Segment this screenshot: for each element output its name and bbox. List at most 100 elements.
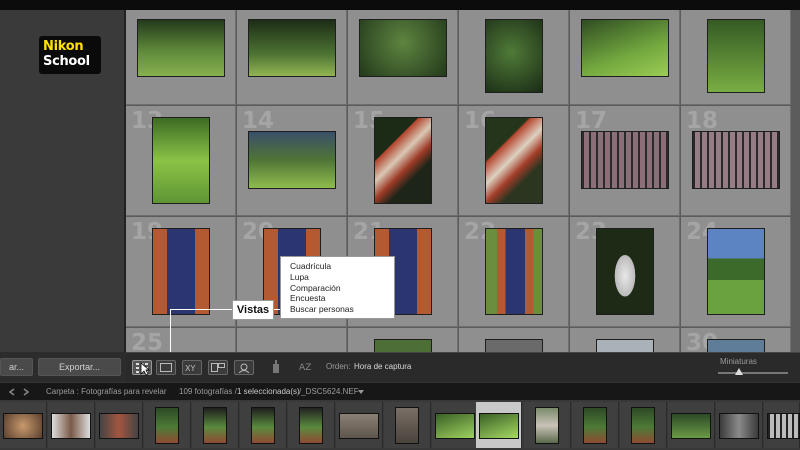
- photo-thumbnail[interactable]: [152, 117, 210, 204]
- people-view-icon[interactable]: [234, 360, 254, 375]
- filmstrip-cell[interactable]: [572, 402, 619, 448]
- filmstrip-thumbnail[interactable]: [51, 413, 91, 439]
- library-grid[interactable]: 13 14 15 16 17 18 19 20 21 22 23 24 25 3…: [126, 10, 800, 352]
- grid-cell[interactable]: [570, 10, 680, 105]
- menu-item-grid[interactable]: Cuadrícula: [290, 261, 394, 272]
- current-filename[interactable]: /_DSC5624.NEF: [299, 387, 359, 396]
- filmstrip-thumbnail[interactable]: [99, 413, 139, 439]
- loupe-view-icon[interactable]: [156, 360, 176, 375]
- photo-thumbnail[interactable]: [248, 131, 336, 189]
- filmstrip-thumbnail[interactable]: [631, 407, 655, 444]
- filmstrip-thumbnail[interactable]: [479, 413, 519, 439]
- photo-thumbnail[interactable]: [485, 19, 543, 93]
- filmstrip-thumbnail[interactable]: [395, 407, 419, 444]
- grid-cell[interactable]: 18: [681, 106, 791, 216]
- photo-thumbnail[interactable]: [248, 19, 336, 77]
- photo-thumbnail[interactable]: [152, 228, 210, 315]
- filmstrip-thumbnail[interactable]: [203, 407, 227, 444]
- photo-thumbnail[interactable]: [485, 339, 543, 352]
- menu-item-compare[interactable]: Comparación: [290, 283, 394, 294]
- compare-view-icon[interactable]: XY: [182, 360, 202, 375]
- filmstrip-thumbnail[interactable]: [251, 407, 275, 444]
- filmstrip-cell-selected[interactable]: [476, 402, 522, 448]
- menu-item-people[interactable]: Buscar personas: [290, 304, 394, 315]
- filmstrip-thumbnail[interactable]: [299, 407, 323, 444]
- filmstrip-thumbnail[interactable]: [719, 413, 759, 439]
- grid-cell[interactable]: 15: [348, 106, 458, 216]
- grid-cell[interactable]: [570, 328, 680, 352]
- filmstrip-cell[interactable]: [432, 402, 479, 448]
- grid-cell[interactable]: 14: [237, 106, 347, 216]
- slider-knob[interactable]: [735, 368, 743, 375]
- grid-cell[interactable]: 13: [126, 106, 236, 216]
- grid-cell[interactable]: [126, 10, 236, 105]
- grid-cell[interactable]: [348, 10, 458, 105]
- grid-cell[interactable]: 30: [681, 328, 791, 352]
- sort-direction-icon[interactable]: AZ: [298, 360, 318, 375]
- filmstrip-cell[interactable]: [0, 402, 47, 448]
- photo-thumbnail[interactable]: [596, 228, 654, 315]
- filmstrip[interactable]: [0, 400, 800, 450]
- filmstrip-thumbnail[interactable]: [671, 413, 711, 439]
- photo-thumbnail[interactable]: [707, 339, 765, 352]
- menu-item-loupe[interactable]: Lupa: [290, 272, 394, 283]
- filmstrip-thumbnail[interactable]: [583, 407, 607, 444]
- photo-thumbnail[interactable]: [485, 117, 543, 204]
- sort-select[interactable]: Hora de captura: [354, 362, 411, 371]
- photo-thumbnail[interactable]: [374, 339, 432, 352]
- photo-thumbnail[interactable]: [137, 19, 225, 77]
- spray-can-icon[interactable]: [270, 360, 282, 375]
- filmstrip-thumbnail[interactable]: [3, 413, 43, 439]
- menu-item-survey[interactable]: Encuesta: [290, 293, 394, 304]
- grid-cell[interactable]: [459, 328, 569, 352]
- filmstrip-cell[interactable]: [384, 402, 431, 448]
- filmstrip-cell[interactable]: [192, 402, 239, 448]
- grid-cell[interactable]: [348, 328, 458, 352]
- photo-thumbnail[interactable]: [596, 339, 654, 352]
- filmstrip-cell[interactable]: [668, 402, 715, 448]
- filmstrip-thumbnail[interactable]: [339, 413, 379, 439]
- filmstrip-thumbnail[interactable]: [435, 413, 475, 439]
- grid-cell[interactable]: 24: [681, 217, 791, 327]
- photo-thumbnail[interactable]: [359, 19, 447, 77]
- filmstrip-cell[interactable]: [524, 402, 571, 448]
- grid-cell[interactable]: 23: [570, 217, 680, 327]
- filmstrip-thumbnail[interactable]: [535, 407, 559, 444]
- photo-thumbnail[interactable]: [581, 19, 669, 77]
- photo-thumbnail[interactable]: [374, 117, 432, 204]
- grid-cell[interactable]: [681, 10, 791, 105]
- grid-cell[interactable]: 22: [459, 217, 569, 327]
- photo-thumbnail[interactable]: [581, 131, 669, 189]
- survey-view-icon[interactable]: [208, 360, 228, 375]
- filmstrip-thumbnail[interactable]: [155, 407, 179, 444]
- grid-cell[interactable]: 16: [459, 106, 569, 216]
- chevron-down-icon[interactable]: [358, 390, 364, 394]
- import-button[interactable]: ar...: [0, 358, 33, 376]
- filmstrip-cell[interactable]: [764, 402, 800, 448]
- folder-source[interactable]: Carpeta : Fotografías para revelar: [46, 387, 167, 396]
- back-arrow-icon[interactable]: [8, 388, 16, 396]
- filmstrip-cell[interactable]: [620, 402, 667, 448]
- filmstrip-cell[interactable]: [144, 402, 191, 448]
- grid-cell[interactable]: 19: [126, 217, 236, 327]
- grid-cell[interactable]: [459, 10, 569, 105]
- filmstrip-thumbnail[interactable]: [767, 413, 800, 439]
- filmstrip-cell[interactable]: [336, 402, 383, 448]
- filmstrip-cell[interactable]: [288, 402, 335, 448]
- filmstrip-cell[interactable]: [240, 402, 287, 448]
- export-button[interactable]: Exportar...: [38, 358, 121, 376]
- grid-cell[interactable]: [237, 328, 347, 352]
- filmstrip-cell[interactable]: [96, 402, 143, 448]
- grid-cell[interactable]: 25: [126, 328, 236, 352]
- left-panel: Nikon School: [0, 10, 126, 352]
- filmstrip-cell[interactable]: [716, 402, 763, 448]
- photo-thumbnail[interactable]: [707, 19, 765, 93]
- photo-thumbnail[interactable]: [692, 131, 780, 189]
- thumbnail-size-slider[interactable]: [718, 372, 788, 374]
- forward-arrow-icon[interactable]: [22, 388, 30, 396]
- photo-thumbnail[interactable]: [485, 228, 543, 315]
- grid-cell[interactable]: [237, 10, 347, 105]
- grid-cell[interactable]: 17: [570, 106, 680, 216]
- filmstrip-cell[interactable]: [48, 402, 95, 448]
- photo-thumbnail[interactable]: [707, 228, 765, 315]
